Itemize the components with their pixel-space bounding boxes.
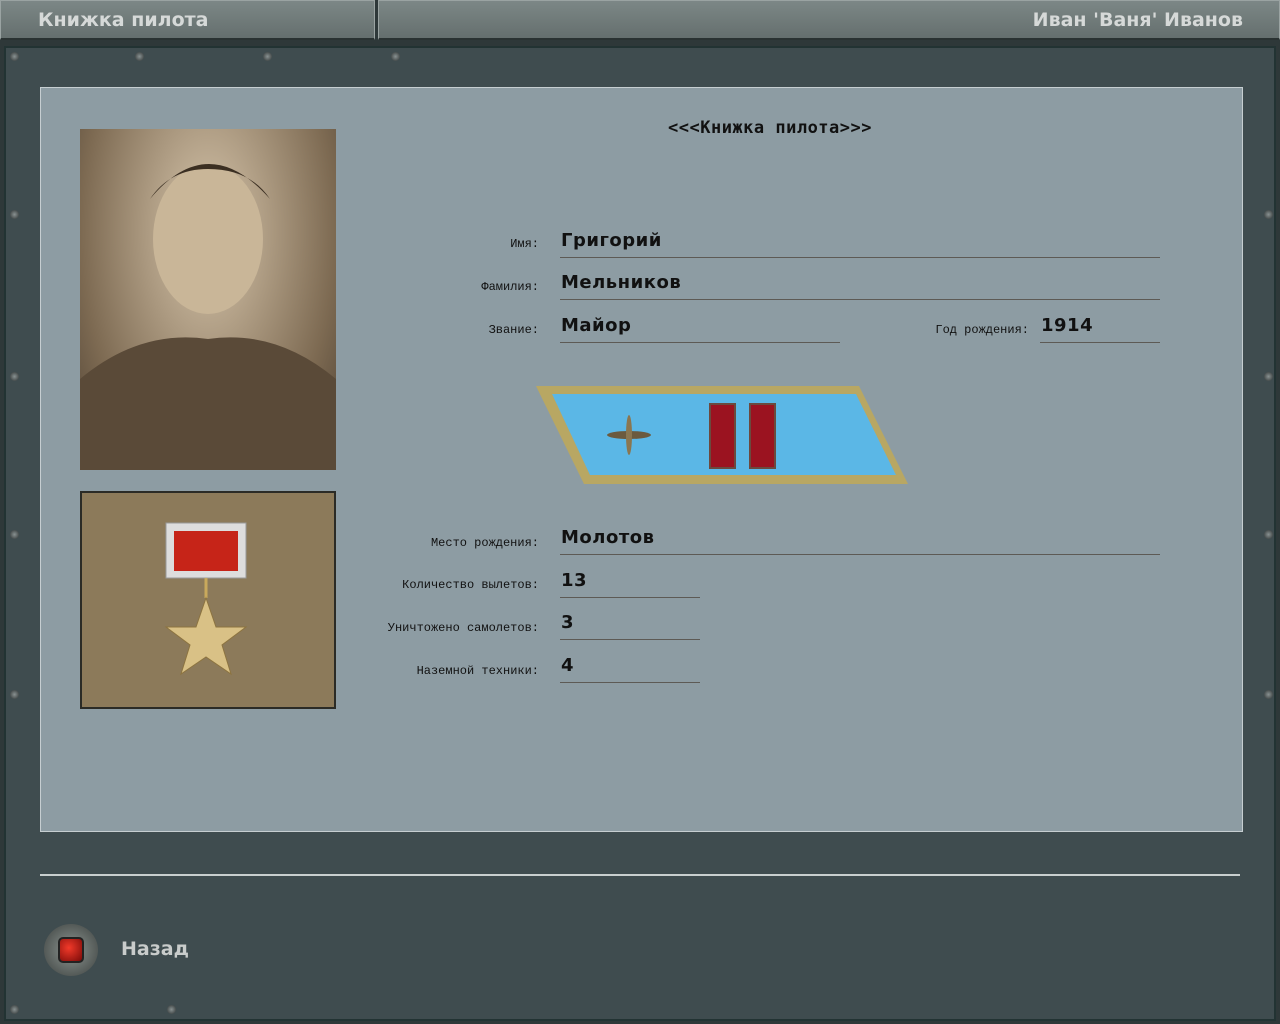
- first-name-value: Григорий: [561, 230, 662, 251]
- rank-bar-icon: [709, 403, 736, 469]
- aircraft-destroyed-value: 3: [561, 612, 575, 633]
- ground-vehicles-value: 4: [561, 655, 575, 676]
- back-button[interactable]: [44, 924, 98, 976]
- last-name-label: Фамилия:: [481, 280, 539, 294]
- screw-icon: [391, 52, 400, 61]
- screw-icon: [167, 1005, 176, 1014]
- divider: [560, 342, 840, 343]
- divider: [560, 639, 700, 640]
- screw-icon: [10, 1005, 19, 1014]
- screw-icon: [1264, 210, 1273, 219]
- portrait-image: [80, 164, 336, 470]
- sorties-value: 13: [561, 570, 588, 591]
- birth-year-label: Год рождения:: [935, 323, 1029, 337]
- aircraft-destroyed-label: Уничтожено самолетов:: [387, 621, 539, 635]
- screw-icon: [1264, 372, 1273, 381]
- divider: [560, 554, 1160, 555]
- screw-icon: [1264, 530, 1273, 539]
- screw-icon: [10, 372, 19, 381]
- screw-icon: [10, 210, 19, 219]
- screw-icon: [263, 52, 272, 61]
- birthplace-value: Молотов: [561, 527, 655, 548]
- back-button-label[interactable]: Назад: [121, 938, 189, 960]
- red-light-icon: [58, 937, 84, 963]
- divider: [560, 682, 700, 683]
- pilot-name: Иван 'Ваня' Иванов: [1032, 9, 1243, 31]
- header-title: Книжка пилота: [38, 9, 209, 31]
- birthplace-label: Место рождения:: [430, 536, 539, 550]
- screw-icon: [10, 690, 19, 699]
- screw-icon: [10, 530, 19, 539]
- screw-icon: [10, 52, 19, 61]
- ground-vehicles-label: Наземной техники:: [416, 664, 539, 678]
- rank-value: Майор: [561, 315, 632, 336]
- rank-insignia-collar-tab: [536, 386, 908, 484]
- header-tab-left: Книжка пилота: [0, 0, 375, 40]
- header-tab-right: Иван 'Ваня' Иванов: [378, 0, 1280, 40]
- birth-year-value: 1914: [1041, 315, 1094, 336]
- first-name-label: Имя:: [510, 237, 539, 251]
- divider: [560, 257, 1160, 258]
- screw-icon: [135, 52, 144, 61]
- sorties-label: Количество вылетов:: [402, 578, 539, 592]
- divider: [560, 299, 1160, 300]
- page-title: <<<Книжка пилота>>>: [668, 118, 872, 138]
- divider: [560, 597, 700, 598]
- divider: [1040, 342, 1160, 343]
- rank-bar-icon: [749, 403, 776, 469]
- rank-label: Звание:: [488, 323, 539, 337]
- last-name-value: Мельников: [561, 272, 682, 293]
- pilot-photo: [80, 129, 336, 470]
- screw-icon: [1264, 690, 1273, 699]
- footer-divider: [40, 874, 1240, 876]
